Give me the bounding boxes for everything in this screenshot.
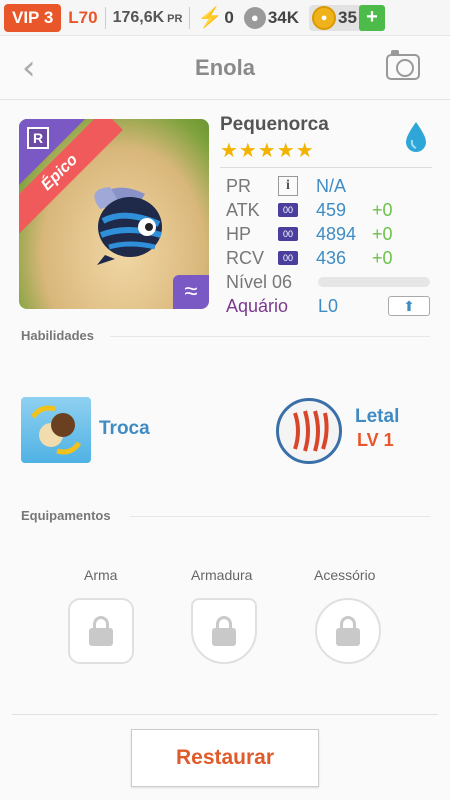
stat-row-pr: PR i N/A <box>226 174 432 198</box>
lock-icon <box>336 616 360 646</box>
player-level: L70 <box>68 7 98 27</box>
pet-info-panel: Pequenorca ★★★★★ PR i N/A ATK 00 459 +0 … <box>220 114 432 318</box>
pet-fish-image <box>94 187 162 265</box>
aquarium-label: Aquário <box>226 295 289 316</box>
star-rating: ★★★★★ <box>220 138 432 168</box>
pet-name: Pequenorca <box>220 114 329 135</box>
divider <box>189 6 191 29</box>
energy-counter[interactable]: ⚡ 0 <box>197 5 233 30</box>
passive-skill-name: Letal <box>355 406 400 427</box>
weapon-slot-label: Arma <box>84 567 118 583</box>
player-power: 176,6K PR <box>113 9 183 27</box>
stat-row-atk: ATK 00 459 +0 <box>226 198 432 222</box>
paw-icon: ● <box>243 6 266 29</box>
power-unit: PR <box>167 12 183 25</box>
stat-row-hp: HP 00 4894 +0 <box>226 222 432 246</box>
stat-value: 4894 <box>316 223 357 244</box>
water-wave-icon: ≈ <box>173 275 209 309</box>
water-drop-icon <box>406 122 426 152</box>
energy-value: 0 <box>224 7 234 27</box>
page-title: Enola <box>195 54 255 80</box>
page-header: ‹ Enola <box>0 36 450 100</box>
stat-value: 436 <box>316 247 347 268</box>
claw-icon <box>293 410 329 452</box>
stat-label: PR <box>226 175 252 196</box>
level-row: Nível 06 <box>226 270 432 294</box>
equipment-section-title: Equipamentos <box>21 508 111 523</box>
chevron-left-icon[interactable]: ‹ <box>22 48 36 88</box>
aquarium-row: Aquário L0 ⬆ <box>226 294 432 318</box>
power-value: 176,6K <box>112 8 165 26</box>
stat-bonus: +0 <box>372 247 393 268</box>
swap-icon <box>30 405 82 455</box>
food-counter[interactable]: ● 34K <box>243 6 300 29</box>
stat-tag: 00 <box>278 251 298 265</box>
accessory-slot-label: Acessório <box>314 567 376 583</box>
lock-icon <box>212 616 236 646</box>
stat-value: N/A <box>316 175 347 196</box>
coin-icon: ● <box>312 5 337 30</box>
camera-icon[interactable] <box>386 50 420 80</box>
info-icon[interactable]: i <box>278 176 298 196</box>
divider <box>12 714 438 715</box>
stat-label: HP <box>226 223 252 244</box>
skills-section-title: Habilidades <box>21 328 94 343</box>
add-coins-button[interactable]: + <box>358 4 385 31</box>
aquarium-value: L0 <box>318 295 339 316</box>
stat-bonus: +0 <box>372 199 393 220</box>
pet-portrait[interactable]: Épico R ≈ <box>19 119 209 309</box>
coin-value: 35 <box>338 7 357 27</box>
level-label: Nível 06 <box>226 271 293 292</box>
upgrade-aquarium-button[interactable]: ⬆ <box>388 296 430 316</box>
stat-bonus: +0 <box>372 223 393 244</box>
weapon-slot[interactable] <box>68 598 134 664</box>
divider <box>130 516 430 517</box>
stat-value: 459 <box>316 199 347 220</box>
coin-counter[interactable]: ● 35 + <box>309 4 385 31</box>
stat-list: PR i N/A ATK 00 459 +0 HP 00 4894 +0 RCV… <box>220 174 432 318</box>
lightning-icon: ⚡ <box>197 7 223 29</box>
swap-skill-icon[interactable] <box>21 397 91 463</box>
divider <box>104 6 106 29</box>
accessory-slot[interactable] <box>315 598 381 664</box>
active-skill-name: Troca <box>99 418 150 439</box>
vip-badge[interactable]: VIP 3 <box>4 3 62 32</box>
lock-icon <box>89 616 113 646</box>
xp-progress-bar <box>318 277 430 287</box>
stat-label: RCV <box>226 247 265 268</box>
resource-bar: VIP 3 L70 176,6K PR ⚡ 0 ● 34K ● 35 + <box>0 0 450 36</box>
claw-skill-icon[interactable] <box>276 398 342 464</box>
passive-skill-level: LV 1 <box>357 430 394 450</box>
stat-tag: 00 <box>278 227 298 241</box>
food-value: 34K <box>267 7 300 27</box>
stat-label: ATK <box>226 199 260 220</box>
arrow-up-icon: ⬆ <box>403 297 415 314</box>
stat-tag: 00 <box>278 203 298 217</box>
restore-button[interactable]: Restaurar <box>131 729 319 787</box>
armor-slot[interactable] <box>191 598 257 664</box>
divider <box>110 336 430 337</box>
rarity-badge: R <box>27 127 49 149</box>
stat-row-rcv: RCV 00 436 +0 <box>226 246 432 270</box>
armor-slot-label: Armadura <box>191 567 253 583</box>
